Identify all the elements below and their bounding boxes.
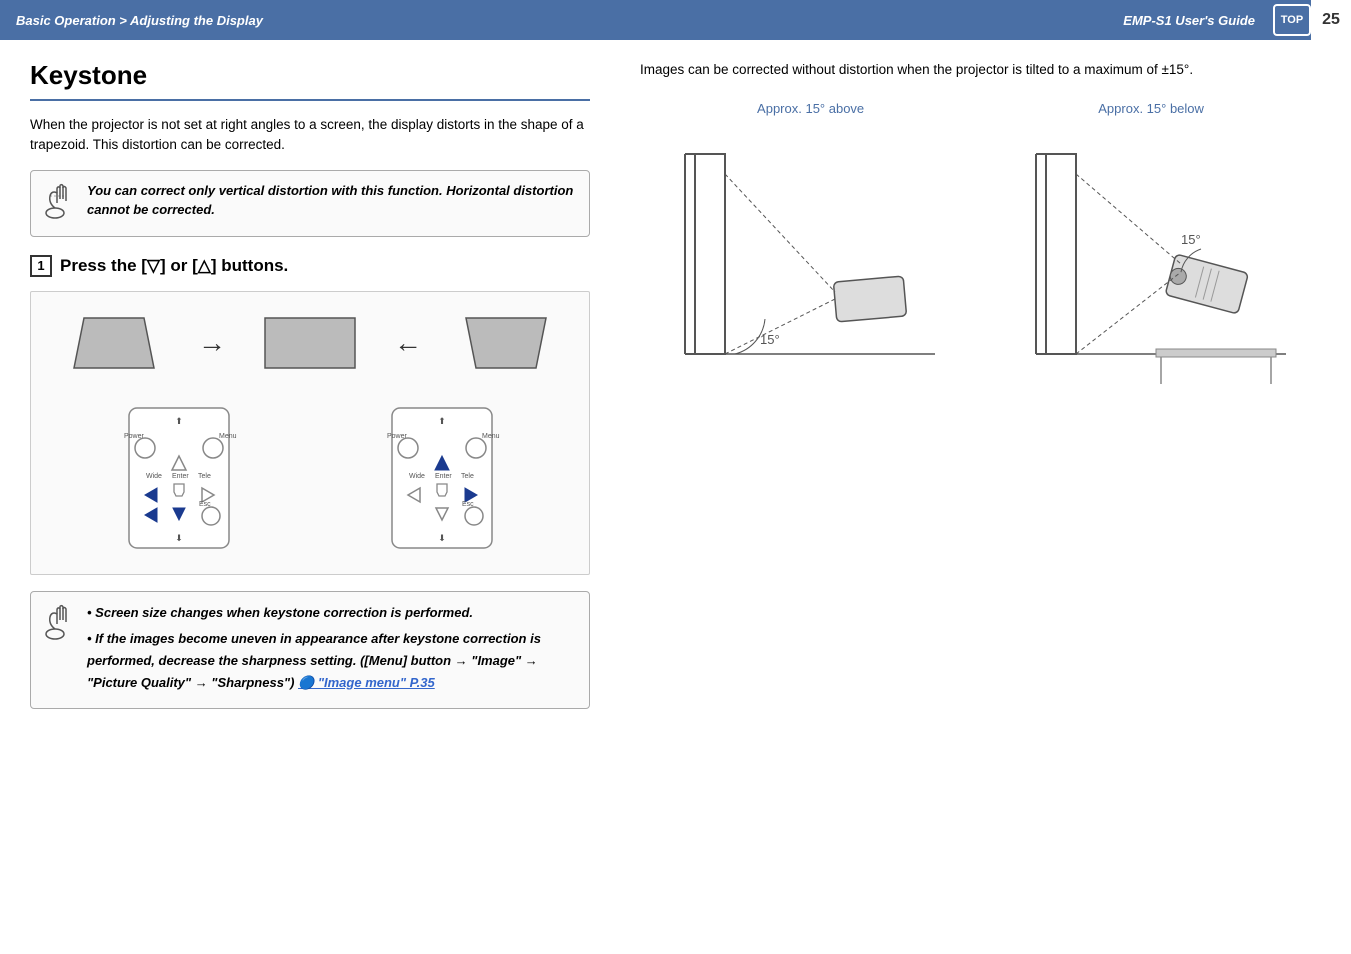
remotes-row: ⬆ Power Menu Wide Enter Tele bbox=[47, 398, 573, 558]
angle-labels-row: Approx. 15° above Approx. 15° below bbox=[640, 101, 1321, 116]
breadcrumb: Basic Operation > Adjusting the Display bbox=[16, 13, 263, 28]
hand-icon-2 bbox=[45, 604, 77, 647]
diagram-above: 15° bbox=[675, 124, 935, 454]
svg-text:Enter: Enter bbox=[435, 473, 452, 480]
main-content: Keystone When the projector is not set a… bbox=[0, 40, 1351, 729]
diagram-area: → ← bbox=[30, 291, 590, 575]
right-column: Images can be corrected without distorti… bbox=[620, 60, 1321, 709]
projector-diagrams: 15° bbox=[640, 124, 1321, 454]
hand-icon-1 bbox=[45, 183, 77, 226]
step-number: 1 bbox=[30, 255, 52, 277]
remote-left: ⬆ Power Menu Wide Enter Tele bbox=[99, 398, 259, 558]
page-title: Keystone bbox=[30, 60, 590, 101]
svg-text:15°: 15° bbox=[1181, 232, 1201, 247]
intro-text: When the projector is not set at right a… bbox=[30, 115, 590, 156]
svg-text:⬇: ⬇ bbox=[438, 533, 446, 543]
svg-text:Enter: Enter bbox=[172, 473, 189, 480]
svg-text:Menu: Menu bbox=[219, 433, 237, 440]
trap-right1 bbox=[250, 308, 370, 378]
note-2-text: • Screen size changes when keystone corr… bbox=[87, 602, 575, 698]
svg-text:⬆: ⬆ bbox=[438, 416, 446, 426]
step-1-text: Press the [▽] or [△] buttons. bbox=[60, 256, 288, 276]
svg-text:Wide: Wide bbox=[409, 473, 425, 480]
svg-text:Menu: Menu bbox=[482, 433, 500, 440]
svg-text:Tele: Tele bbox=[461, 473, 474, 480]
trap-right2 bbox=[446, 308, 566, 378]
note-1-text: You can correct only vertical distortion… bbox=[87, 181, 575, 220]
label-above: Approx. 15° above bbox=[757, 101, 864, 116]
header-bar: Basic Operation > Adjusting the Display … bbox=[0, 0, 1351, 40]
note-box-1: You can correct only vertical distortion… bbox=[30, 170, 590, 237]
note-box-2: • Screen size changes when keystone corr… bbox=[30, 591, 590, 709]
label-below: Approx. 15° below bbox=[1098, 101, 1204, 116]
top-button[interactable]: TOP bbox=[1273, 4, 1311, 36]
svg-text:Tele: Tele bbox=[198, 473, 211, 480]
guide-title: EMP-S1 User's Guide bbox=[1123, 13, 1255, 28]
svg-text:15°: 15° bbox=[760, 332, 780, 347]
svg-text:Wide: Wide bbox=[146, 473, 162, 480]
trapezoid-row: → ← bbox=[47, 308, 573, 378]
remote-right: ⬆ Power Menu Wide Enter Tele bbox=[362, 398, 522, 558]
step-1-heading: 1 Press the [▽] or [△] buttons. bbox=[30, 255, 590, 277]
page-number: 25 bbox=[1311, 0, 1351, 40]
arrow-right: → bbox=[198, 327, 226, 359]
svg-text:⬇: ⬇ bbox=[175, 533, 183, 543]
svg-text:⬆: ⬆ bbox=[175, 416, 183, 426]
trap-left bbox=[54, 308, 174, 378]
diagram-below: 15° bbox=[1026, 124, 1286, 454]
right-intro-text: Images can be corrected without distorti… bbox=[640, 60, 1321, 81]
arrow-left: ← bbox=[394, 327, 422, 359]
top-label: TOP bbox=[1281, 14, 1303, 26]
left-column: Keystone When the projector is not set a… bbox=[30, 60, 590, 709]
